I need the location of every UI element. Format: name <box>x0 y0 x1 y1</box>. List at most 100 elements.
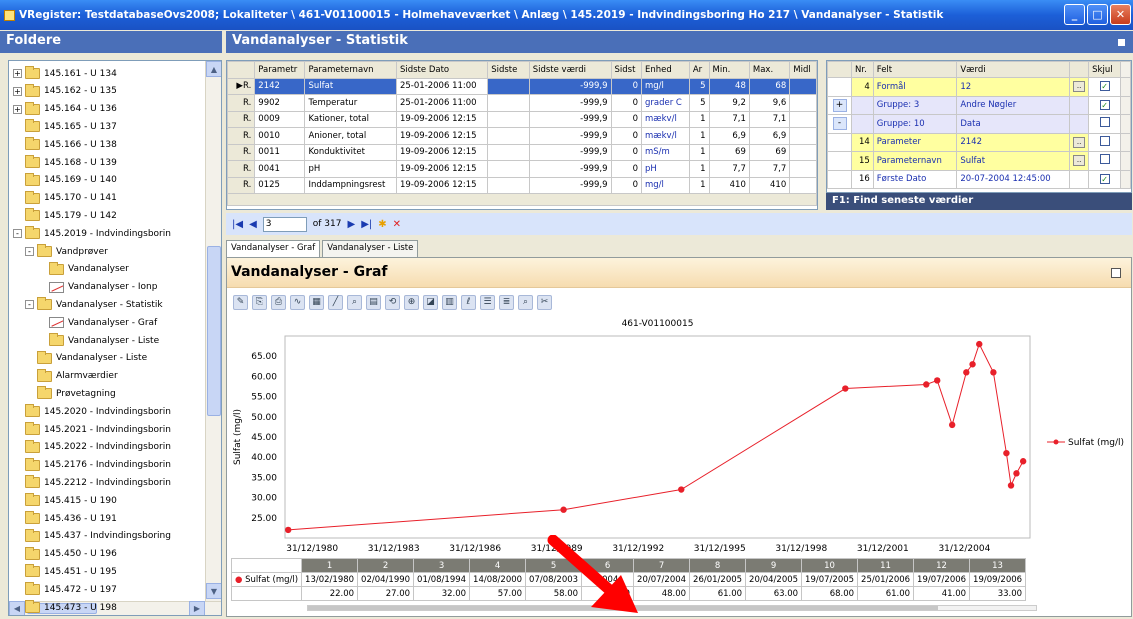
table-cell[interactable]: 0 <box>610 94 643 112</box>
data-point[interactable] <box>934 377 941 384</box>
tree-node[interactable]: 145.165 - U 137 <box>13 117 117 136</box>
table-row[interactable]: R. 9902 Temperatur 25-01-2006 11:00 -999,9 0 g… <box>227 94 817 112</box>
tree-node[interactable]: 145.2020 - Indvindingsborin <box>13 402 171 421</box>
tab-graf[interactable]: Vandanalyser - Graf <box>226 240 321 257</box>
table-cell[interactable]: 6,9 <box>708 127 750 145</box>
prop-row[interactable]: - Gruppe: 10 Data <box>827 114 1131 134</box>
wizard-icon[interactable]: ✎ <box>233 294 248 310</box>
next-record-icon[interactable]: ▶ <box>347 219 355 230</box>
tab-liste[interactable]: Vandanalyser - Liste <box>322 240 419 257</box>
first-record-icon[interactable]: |◀ <box>232 219 243 230</box>
table-cell[interactable]: 0 <box>610 77 643 95</box>
tree-node[interactable]: 145.415 - U 190 <box>13 491 117 510</box>
table-cell[interactable]: 0 <box>610 160 643 178</box>
line-style-icon[interactable]: ╱ <box>328 294 343 310</box>
table-cell[interactable]: -999,9 <box>528 127 612 145</box>
hide-checkbox[interactable] <box>1099 154 1110 165</box>
delete-record-icon[interactable]: ✕ <box>393 219 401 230</box>
data-point[interactable] <box>990 369 997 376</box>
table-cell[interactable]: 19-09-2006 12:15 <box>395 110 489 128</box>
table-cell[interactable]: Kationer, total <box>304 110 397 128</box>
table-cell[interactable]: 1 <box>688 127 710 145</box>
gallery-icon[interactable]: ◪ <box>423 294 438 310</box>
tree-vertical-scrollbar[interactable]: ▲ ▼ <box>205 61 221 601</box>
data-point[interactable] <box>284 526 292 534</box>
table-cell[interactable]: 1 <box>688 176 710 194</box>
data-point[interactable] <box>1003 449 1010 457</box>
tree-node[interactable]: 145.169 - U 140 <box>13 171 117 190</box>
scroll-right-icon[interactable]: ▶ <box>189 601 205 615</box>
hide-checkbox[interactable]: ✓ <box>1099 81 1110 92</box>
table-cell[interactable]: 0 <box>610 110 643 128</box>
table-cell[interactable]: 5 <box>688 77 710 95</box>
table-cell[interactable] <box>789 143 817 161</box>
expand-group-button[interactable]: + <box>832 98 847 112</box>
data-point[interactable] <box>969 361 976 368</box>
table-cell[interactable]: 7,7 <box>708 160 750 178</box>
table-cell[interactable]: pH <box>641 160 690 178</box>
prop-value[interactable]: 2142 <box>956 132 1071 152</box>
column-header[interactable]: Parameternavn <box>304 61 397 79</box>
table-cell[interactable]: 48 <box>708 77 750 95</box>
row-indicator[interactable]: R. <box>227 110 256 128</box>
table-cell[interactable] <box>789 94 817 112</box>
table-cell[interactable] <box>789 127 817 145</box>
prop-column-header[interactable]: Felt <box>872 61 958 78</box>
tree-node[interactable]: +145.162 - U 135 <box>13 82 117 101</box>
table-cell[interactable]: 0 <box>610 127 643 145</box>
expand-icon[interactable]: + <box>13 69 22 78</box>
table-cell[interactable]: mækv/l <box>641 127 690 145</box>
table-cell[interactable] <box>487 176 530 194</box>
tree-node[interactable]: +145.161 - U 134 <box>13 64 117 83</box>
prev-record-icon[interactable]: ◀ <box>249 219 257 230</box>
tree-node[interactable]: 145.2021 - Indvindingsborin <box>13 420 171 439</box>
ellipsis-button[interactable]: .. <box>1073 155 1086 167</box>
collapse-group-button[interactable]: - <box>832 117 847 131</box>
table-cell[interactable]: pH <box>304 160 397 178</box>
table-cell[interactable]: 25-01-2006 11:00 <box>395 94 489 112</box>
table-cell[interactable]: 19-09-2006 12:15 <box>395 127 489 145</box>
row-indicator[interactable]: R. <box>227 143 256 161</box>
table-row[interactable]: ▶R. 2142 Sulfat 25-01-2006 11:00 -999,9 0 mg/l… <box>227 77 817 95</box>
tree-node[interactable]: 145.170 - U 141 <box>13 189 117 208</box>
table-cell[interactable]: 0011 <box>254 143 306 161</box>
tree-node[interactable]: 145.473 - U 198 <box>13 598 117 615</box>
table-cell[interactable]: 7,7 <box>748 160 791 178</box>
collapse-icon[interactable]: - <box>25 300 34 310</box>
label-icon[interactable]: ℓ <box>461 294 476 310</box>
prop-row[interactable]: + Gruppe: 3 Andre Nøgler ✓ <box>827 95 1131 115</box>
table-cell[interactable]: 5 <box>688 94 710 112</box>
table-cell[interactable]: 9902 <box>254 94 306 112</box>
prop-row[interactable]: 16 Første Dato 20-07-2004 12:45:00 ✓ <box>827 169 1131 189</box>
column-header[interactable]: Midl <box>789 61 817 79</box>
data-point[interactable] <box>1019 458 1027 465</box>
data-point[interactable] <box>976 340 983 348</box>
table-cell[interactable] <box>487 77 530 95</box>
table-cell[interactable]: mg/l <box>641 77 690 95</box>
table-cell[interactable]: 25-01-2006 11:00 <box>395 77 489 95</box>
table-cell[interactable]: -999,9 <box>528 176 612 194</box>
table-cell[interactable]: 1 <box>688 143 710 161</box>
row-indicator[interactable]: R. <box>227 176 256 194</box>
prop-value[interactable]: Sulfat <box>956 151 1071 171</box>
list-icon[interactable]: ≣ <box>499 294 514 310</box>
data-point[interactable] <box>1013 470 1020 477</box>
rotate-icon[interactable]: ⟲ <box>385 294 400 310</box>
prop-value[interactable]: 20-07-2004 12:45:00 <box>956 169 1071 189</box>
print-icon[interactable]: ⎙ <box>271 294 286 310</box>
tree-node[interactable]: 145.2212 - Indvindingsborin <box>13 473 171 492</box>
collapse-icon[interactable]: - <box>25 247 34 256</box>
record-number-input[interactable] <box>262 216 307 232</box>
tree-node[interactable]: 145.450 - U 196 <box>13 545 117 564</box>
last-record-icon[interactable]: ▶| <box>361 219 372 230</box>
tree-node[interactable]: 145.2022 - Indvindingsborin <box>13 438 171 457</box>
column-header[interactable]: Sidst <box>610 61 643 79</box>
table-cell[interactable] <box>487 110 530 128</box>
prop-value[interactable]: 12 <box>956 77 1071 97</box>
prop-column-header[interactable]: Nr. <box>851 61 874 78</box>
tree-node[interactable]: 145.168 - U 139 <box>13 153 117 172</box>
column-header[interactable]: Max. <box>748 61 791 79</box>
tree-node[interactable]: 145.2176 - Indvindingsborin <box>13 456 171 475</box>
prop-row[interactable]: 14 Parameter 2142.. <box>827 132 1131 152</box>
table-cell[interactable]: 69 <box>708 143 750 161</box>
